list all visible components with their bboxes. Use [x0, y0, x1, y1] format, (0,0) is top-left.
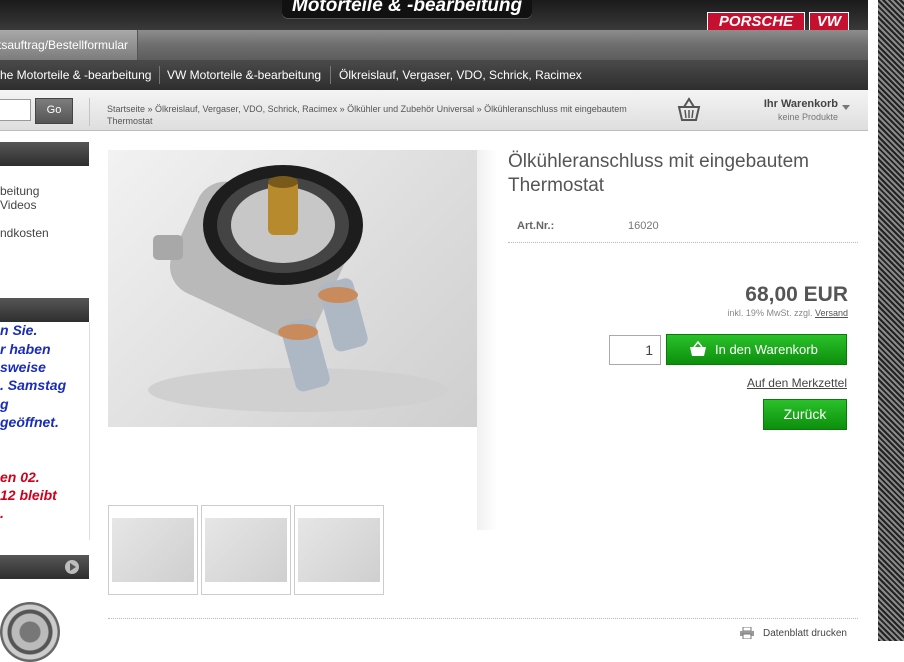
divider [508, 242, 858, 243]
page-edge [868, 0, 878, 641]
article-number-value: 16020 [628, 220, 659, 232]
quantity-input[interactable]: 1 [609, 335, 661, 365]
price: 68,00 EUR [745, 283, 848, 306]
product-title: Ölkühleranschluss mit eingebautem Thermo… [508, 151, 809, 196]
site-title: Motorteile & -bearbeitung [282, 0, 533, 18]
notice-text: r haben [0, 341, 51, 357]
wishlist-link[interactable]: Auf den Merkzettel [700, 376, 847, 390]
sidebar-link[interactable]: Videos [0, 198, 36, 212]
tax-note: inkl. 19% MwSt. zzgl. Versand [660, 308, 848, 318]
sidebar-link[interactable]: ndkosten [0, 226, 49, 240]
notice-text: sweise [0, 359, 46, 375]
print-datasheet-link[interactable]: Datenblatt drucken [763, 628, 847, 639]
cart-status: keine Produkte [777, 112, 838, 122]
menu-item-vw-parts[interactable]: VW Motorteile &-bearbeitung [167, 60, 321, 90]
divider [108, 618, 858, 619]
printer-icon[interactable] [740, 627, 754, 639]
search-go-button[interactable]: Go [35, 98, 73, 124]
shipping-link[interactable]: Versand [815, 308, 848, 318]
brand-badge-porsche[interactable]: PORSCHE [707, 12, 805, 32]
cart-title[interactable]: Ihr Warenkorb [752, 98, 838, 110]
notice-text: g [0, 396, 9, 412]
image-shadow [477, 150, 497, 530]
play-icon[interactable] [65, 560, 79, 574]
notice-text: . Samstag [0, 377, 67, 393]
thumbnail-3[interactable] [294, 505, 384, 595]
sidebar-box-header [0, 142, 89, 166]
breadcrumb[interactable]: Startseite » Ölkreislauf, Vergaser, VDO,… [107, 103, 627, 127]
notice-text: en 02. [0, 469, 40, 485]
brand-badge-vw[interactable]: VW [809, 12, 849, 32]
flywheel-image[interactable] [0, 602, 60, 662]
chevron-down-icon[interactable] [842, 105, 850, 110]
menu-item-order-form[interactable]: tsauftrag/Bestellformular [0, 30, 138, 60]
menu-divider [330, 66, 331, 84]
tax-note-text: inkl. 19% MwSt. zzgl. [727, 308, 813, 318]
thumbnail-2[interactable] [201, 505, 291, 595]
add-to-cart-button[interactable]: In den Warenkorb [666, 334, 847, 365]
product-image[interactable] [108, 150, 477, 427]
shopping-basket-icon[interactable] [675, 96, 703, 124]
sidebar-box-header [0, 298, 89, 322]
background-pattern [878, 0, 904, 641]
notice-text: geöffnet. [0, 414, 59, 430]
notice-text: n Sie. [0, 322, 38, 338]
menu-item-oil-circuit[interactable]: Ölkreislauf, Vergaser, VDO, Schrick, Rac… [339, 60, 582, 90]
notice-text: 12 bleibt [0, 487, 57, 503]
notice-text: . [0, 505, 4, 521]
cart-icon [690, 341, 706, 356]
thumbnail-1[interactable] [108, 505, 198, 595]
sidebar-link[interactable]: beitung [0, 184, 39, 198]
menu-item-porsche-parts[interactable]: he Motorteile & -bearbeitung [0, 60, 151, 90]
menu-divider [159, 66, 160, 84]
article-number-label: Art.Nr.: [517, 220, 555, 232]
toolbar-divider [89, 98, 90, 126]
search-input[interactable] [0, 99, 31, 121]
add-to-cart-label: In den Warenkorb [715, 342, 818, 357]
back-button[interactable]: Zurück [763, 399, 847, 430]
